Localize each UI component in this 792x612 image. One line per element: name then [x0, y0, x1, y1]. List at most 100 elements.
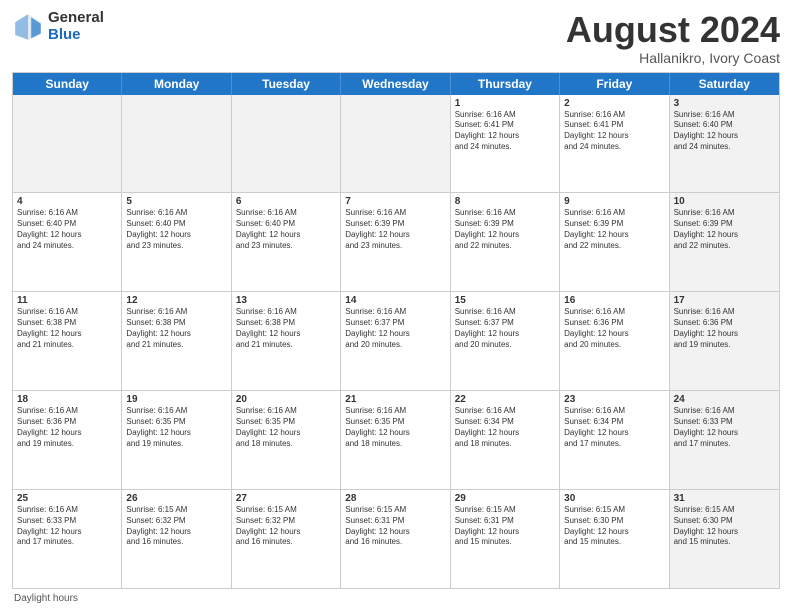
calendar-week-5: 25Sunrise: 6:16 AMSunset: 6:33 PMDayligh…: [13, 490, 779, 588]
cell-details: Sunrise: 6:15 AMSunset: 6:30 PMDaylight:…: [564, 505, 664, 548]
cell-details: Sunrise: 6:16 AMSunset: 6:36 PMDaylight:…: [674, 307, 775, 350]
calendar-cell-1-6: 2Sunrise: 6:16 AMSunset: 6:41 PMDaylight…: [560, 95, 669, 193]
cell-details: Sunrise: 6:16 AMSunset: 6:39 PMDaylight:…: [345, 208, 445, 251]
calendar-cell-2-6: 9Sunrise: 6:16 AMSunset: 6:39 PMDaylight…: [560, 193, 669, 291]
logo-blue-text: Blue: [48, 27, 104, 44]
calendar-location: Hallanikro, Ivory Coast: [566, 50, 780, 66]
day-number: 13: [236, 295, 336, 306]
cell-details: Sunrise: 6:16 AMSunset: 6:41 PMDaylight:…: [455, 110, 555, 153]
day-number: 24: [674, 394, 775, 405]
calendar-cell-2-5: 8Sunrise: 6:16 AMSunset: 6:39 PMDaylight…: [451, 193, 560, 291]
calendar-cell-4-5: 22Sunrise: 6:16 AMSunset: 6:34 PMDayligh…: [451, 391, 560, 489]
logo-text: General Blue: [48, 10, 104, 43]
calendar-cell-4-1: 18Sunrise: 6:16 AMSunset: 6:36 PMDayligh…: [13, 391, 122, 489]
cell-details: Sunrise: 6:15 AMSunset: 6:32 PMDaylight:…: [126, 505, 226, 548]
calendar-cell-5-5: 29Sunrise: 6:15 AMSunset: 6:31 PMDayligh…: [451, 490, 560, 588]
cell-details: Sunrise: 6:16 AMSunset: 6:40 PMDaylight:…: [236, 208, 336, 251]
header-saturday: Saturday: [670, 73, 779, 95]
day-number: 2: [564, 98, 664, 109]
day-number: 3: [674, 98, 775, 109]
calendar-cell-3-2: 12Sunrise: 6:16 AMSunset: 6:38 PMDayligh…: [122, 292, 231, 390]
daylight-hours-label: Daylight hours: [14, 593, 78, 604]
cell-details: Sunrise: 6:16 AMSunset: 6:35 PMDaylight:…: [126, 406, 226, 449]
calendar-cell-5-6: 30Sunrise: 6:15 AMSunset: 6:30 PMDayligh…: [560, 490, 669, 588]
header-wednesday: Wednesday: [341, 73, 450, 95]
day-number: 18: [17, 394, 117, 405]
calendar-cell-2-2: 5Sunrise: 6:16 AMSunset: 6:40 PMDaylight…: [122, 193, 231, 291]
day-number: 14: [345, 295, 445, 306]
calendar-cell-4-3: 20Sunrise: 6:16 AMSunset: 6:35 PMDayligh…: [232, 391, 341, 489]
calendar-cell-3-4: 14Sunrise: 6:16 AMSunset: 6:37 PMDayligh…: [341, 292, 450, 390]
cell-details: Sunrise: 6:16 AMSunset: 6:36 PMDaylight:…: [17, 406, 117, 449]
calendar-cell-3-1: 11Sunrise: 6:16 AMSunset: 6:38 PMDayligh…: [13, 292, 122, 390]
cell-details: Sunrise: 6:16 AMSunset: 6:34 PMDaylight:…: [455, 406, 555, 449]
calendar-cell-4-7: 24Sunrise: 6:16 AMSunset: 6:33 PMDayligh…: [670, 391, 779, 489]
day-number: 17: [674, 295, 775, 306]
cell-details: Sunrise: 6:16 AMSunset: 6:35 PMDaylight:…: [236, 406, 336, 449]
calendar-cell-3-6: 16Sunrise: 6:16 AMSunset: 6:36 PMDayligh…: [560, 292, 669, 390]
calendar-cell-1-3: [232, 95, 341, 193]
day-number: 15: [455, 295, 555, 306]
cell-details: Sunrise: 6:16 AMSunset: 6:38 PMDaylight:…: [126, 307, 226, 350]
calendar-cell-4-4: 21Sunrise: 6:16 AMSunset: 6:35 PMDayligh…: [341, 391, 450, 489]
calendar-week-4: 18Sunrise: 6:16 AMSunset: 6:36 PMDayligh…: [13, 391, 779, 490]
day-number: 16: [564, 295, 664, 306]
day-number: 12: [126, 295, 226, 306]
header-friday: Friday: [560, 73, 669, 95]
calendar-body: 1Sunrise: 6:16 AMSunset: 6:41 PMDaylight…: [13, 95, 779, 588]
calendar-cell-5-1: 25Sunrise: 6:16 AMSunset: 6:33 PMDayligh…: [13, 490, 122, 588]
calendar-week-2: 4Sunrise: 6:16 AMSunset: 6:40 PMDaylight…: [13, 193, 779, 292]
day-number: 27: [236, 493, 336, 504]
day-number: 19: [126, 394, 226, 405]
calendar-cell-5-3: 27Sunrise: 6:15 AMSunset: 6:32 PMDayligh…: [232, 490, 341, 588]
calendar-cell-2-1: 4Sunrise: 6:16 AMSunset: 6:40 PMDaylight…: [13, 193, 122, 291]
logo: General Blue: [12, 10, 104, 43]
cell-details: Sunrise: 6:16 AMSunset: 6:37 PMDaylight:…: [345, 307, 445, 350]
header-sunday: Sunday: [13, 73, 122, 95]
cell-details: Sunrise: 6:16 AMSunset: 6:38 PMDaylight:…: [17, 307, 117, 350]
calendar-cell-5-2: 26Sunrise: 6:15 AMSunset: 6:32 PMDayligh…: [122, 490, 231, 588]
day-number: 21: [345, 394, 445, 405]
calendar-cell-4-6: 23Sunrise: 6:16 AMSunset: 6:34 PMDayligh…: [560, 391, 669, 489]
calendar-cell-5-7: 31Sunrise: 6:15 AMSunset: 6:30 PMDayligh…: [670, 490, 779, 588]
calendar-cell-5-4: 28Sunrise: 6:15 AMSunset: 6:31 PMDayligh…: [341, 490, 450, 588]
day-number: 31: [674, 493, 775, 504]
calendar-cell-3-3: 13Sunrise: 6:16 AMSunset: 6:38 PMDayligh…: [232, 292, 341, 390]
header-monday: Monday: [122, 73, 231, 95]
cell-details: Sunrise: 6:15 AMSunset: 6:30 PMDaylight:…: [674, 505, 775, 548]
cell-details: Sunrise: 6:15 AMSunset: 6:32 PMDaylight:…: [236, 505, 336, 548]
day-number: 11: [17, 295, 117, 306]
calendar-cell-4-2: 19Sunrise: 6:16 AMSunset: 6:35 PMDayligh…: [122, 391, 231, 489]
cell-details: Sunrise: 6:16 AMSunset: 6:40 PMDaylight:…: [674, 110, 775, 153]
cell-details: Sunrise: 6:16 AMSunset: 6:39 PMDaylight:…: [455, 208, 555, 251]
calendar-week-1: 1Sunrise: 6:16 AMSunset: 6:41 PMDaylight…: [13, 95, 779, 194]
calendar-cell-1-2: [122, 95, 231, 193]
title-block: August 2024 Hallanikro, Ivory Coast: [566, 10, 780, 66]
day-number: 30: [564, 493, 664, 504]
calendar-cell-1-5: 1Sunrise: 6:16 AMSunset: 6:41 PMDaylight…: [451, 95, 560, 193]
cell-details: Sunrise: 6:15 AMSunset: 6:31 PMDaylight:…: [455, 505, 555, 548]
cell-details: Sunrise: 6:16 AMSunset: 6:37 PMDaylight:…: [455, 307, 555, 350]
header-thursday: Thursday: [451, 73, 560, 95]
day-number: 6: [236, 196, 336, 207]
cell-details: Sunrise: 6:16 AMSunset: 6:33 PMDaylight:…: [674, 406, 775, 449]
cell-details: Sunrise: 6:16 AMSunset: 6:39 PMDaylight:…: [564, 208, 664, 251]
day-number: 7: [345, 196, 445, 207]
day-number: 29: [455, 493, 555, 504]
calendar-cell-1-7: 3Sunrise: 6:16 AMSunset: 6:40 PMDaylight…: [670, 95, 779, 193]
logo-icon: [12, 11, 44, 43]
calendar-cell-3-7: 17Sunrise: 6:16 AMSunset: 6:36 PMDayligh…: [670, 292, 779, 390]
day-number: 26: [126, 493, 226, 504]
cell-details: Sunrise: 6:16 AMSunset: 6:38 PMDaylight:…: [236, 307, 336, 350]
cell-details: Sunrise: 6:16 AMSunset: 6:41 PMDaylight:…: [564, 110, 664, 153]
cell-details: Sunrise: 6:16 AMSunset: 6:34 PMDaylight:…: [564, 406, 664, 449]
day-number: 28: [345, 493, 445, 504]
calendar-title: August 2024: [566, 10, 780, 50]
cell-details: Sunrise: 6:16 AMSunset: 6:40 PMDaylight:…: [17, 208, 117, 251]
day-number: 10: [674, 196, 775, 207]
day-number: 20: [236, 394, 336, 405]
calendar-cell-2-3: 6Sunrise: 6:16 AMSunset: 6:40 PMDaylight…: [232, 193, 341, 291]
day-number: 23: [564, 394, 664, 405]
calendar-cell-1-1: [13, 95, 122, 193]
footer-note: Daylight hours: [12, 593, 780, 604]
